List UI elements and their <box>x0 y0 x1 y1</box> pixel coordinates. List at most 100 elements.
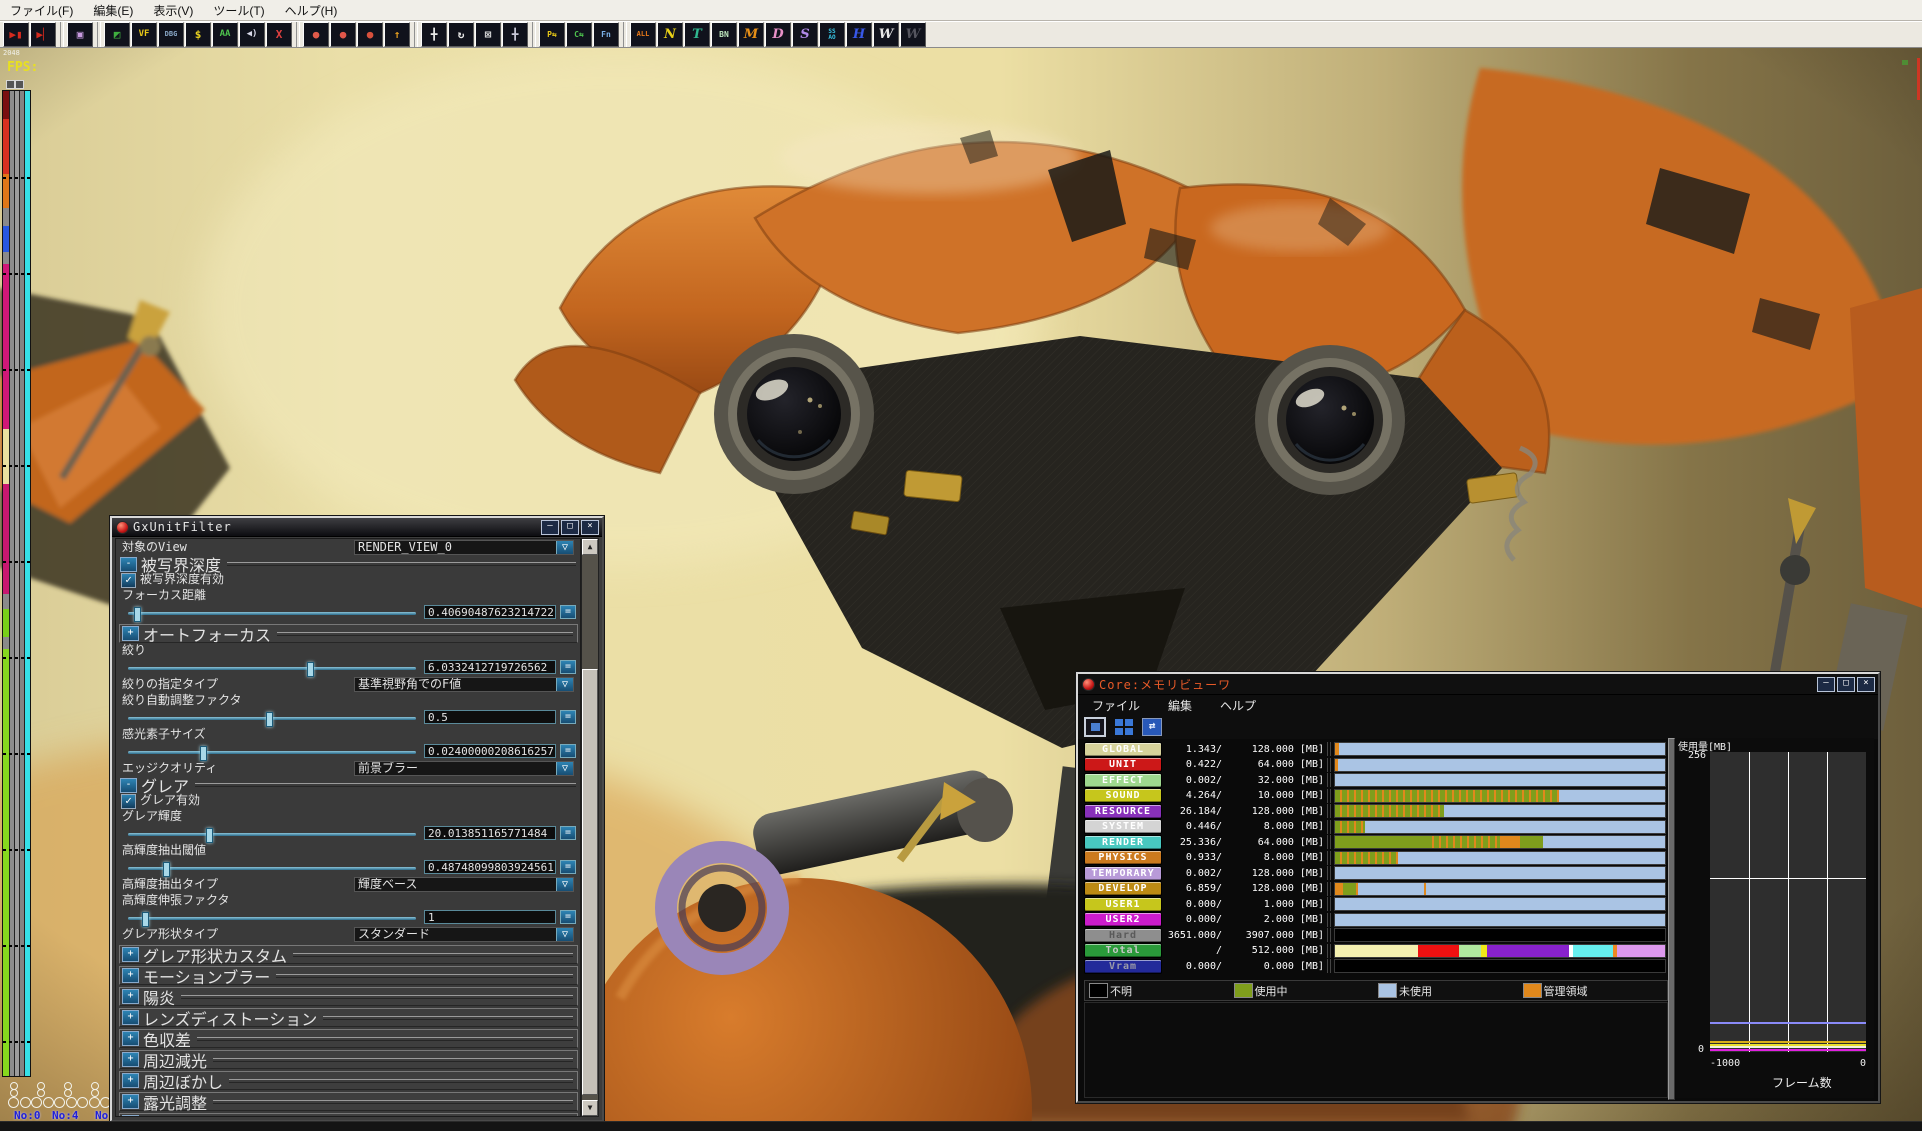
expand-icon[interactable]: + <box>122 1073 139 1088</box>
panel-splitter[interactable] <box>1668 738 1675 1100</box>
slider-thumb[interactable] <box>142 912 149 927</box>
menu-item-0[interactable]: ファイル(F) <box>0 0 83 21</box>
mirror-icon[interactable]: X <box>266 22 292 47</box>
maximize-button[interactable]: □ <box>1837 677 1855 692</box>
memory-menu-item-0[interactable]: ファイル <box>1078 697 1154 714</box>
pose-p-icon[interactable]: P⇆ <box>539 22 565 47</box>
single-view-icon[interactable] <box>1084 717 1106 737</box>
menu-item-4[interactable]: ヘルプ(H) <box>275 0 348 21</box>
slider-thumb[interactable] <box>134 607 141 622</box>
chevron-down-icon[interactable]: ▽ <box>556 878 573 891</box>
scroll-down-button[interactable]: ▼ <box>582 1100 598 1116</box>
move-icon[interactable]: ╋ <box>421 22 447 47</box>
pool-label-TEMPORARY[interactable]: TEMPORARY <box>1084 866 1162 881</box>
group-トーンマップ[interactable]: +トーンマップ <box>119 1113 578 1117</box>
slider-track[interactable] <box>128 917 416 920</box>
profiler-toggle-b[interactable] <box>15 80 24 89</box>
group-グレア[interactable]: -グレア <box>118 777 580 793</box>
group-オートフォーカス[interactable]: +オートフォーカス <box>119 624 578 643</box>
record-2-icon[interactable]: ● <box>330 22 356 47</box>
pool-label-Total[interactable]: Total <box>1084 943 1162 958</box>
scale-icon[interactable]: ⊠ <box>475 22 501 47</box>
pool-label-RENDER[interactable]: RENDER <box>1084 835 1162 850</box>
param-dropdown[interactable]: 輝度ベース▽ <box>354 877 574 892</box>
rotate-icon[interactable]: ↻ <box>448 22 474 47</box>
slider-track[interactable] <box>128 751 416 754</box>
value-field[interactable]: 0.02400000208616257 <box>424 744 556 758</box>
equals-button[interactable]: = <box>560 710 576 724</box>
pool-label-RESOURCE[interactable]: RESOURCE <box>1084 804 1162 819</box>
expand-icon[interactable]: + <box>122 1094 139 1109</box>
expand-icon[interactable]: + <box>122 947 139 962</box>
pool-label-Vram[interactable]: Vram <box>1084 959 1162 974</box>
scroll-thumb[interactable] <box>582 669 598 1095</box>
checkbox[interactable]: ✓ <box>121 573 136 588</box>
pool-label-USER1[interactable]: USER1 <box>1084 897 1162 912</box>
slider-track[interactable] <box>128 612 416 615</box>
expand-icon[interactable]: + <box>122 1115 139 1117</box>
up-arrow-icon[interactable]: ↑ <box>384 22 410 47</box>
equals-button[interactable]: = <box>560 605 576 619</box>
layer-w2-icon[interactable]: W <box>900 22 926 47</box>
slider-thumb[interactable] <box>266 712 273 727</box>
menu-item-1[interactable]: 編集(E) <box>83 0 143 21</box>
slider-track[interactable] <box>128 833 416 836</box>
group-陽炎[interactable]: +陽炎 <box>119 987 578 1006</box>
close-button[interactable]: × <box>1857 677 1875 692</box>
expand-icon[interactable]: + <box>122 1031 139 1046</box>
group-周辺ぼかし[interactable]: +周辺ぼかし <box>119 1071 578 1090</box>
slider-track[interactable] <box>128 667 416 670</box>
layer-n-icon[interactable]: N <box>657 22 683 47</box>
record-1-icon[interactable]: ● <box>303 22 329 47</box>
group-モーションブラー[interactable]: +モーションブラー <box>119 966 578 985</box>
expand-icon[interactable]: + <box>122 968 139 983</box>
dollar-icon[interactable]: $ <box>185 22 211 47</box>
pool-label-SOUND[interactable]: SOUND <box>1084 788 1162 803</box>
step-forward-icon[interactable]: ▶▏ <box>30 22 56 47</box>
pool-label-EFFECT[interactable]: EFFECT <box>1084 773 1162 788</box>
play-pause-icon[interactable]: ▶▮ <box>3 22 29 47</box>
slider-thumb[interactable] <box>163 862 170 877</box>
scroll-up-button[interactable]: ▲ <box>582 539 598 555</box>
pool-label-PHYSICS[interactable]: PHYSICS <box>1084 850 1162 865</box>
layer-ssao-icon[interactable]: SS AO <box>819 22 845 47</box>
group-グレア形状カスタム[interactable]: +グレア形状カスタム <box>119 945 578 964</box>
equals-button[interactable]: = <box>560 660 576 674</box>
param-dropdown[interactable]: RENDER_VIEW_0▽ <box>354 540 574 555</box>
expand-icon[interactable]: + <box>122 626 139 641</box>
value-field[interactable]: 0.40690487623214722 <box>424 605 556 619</box>
group-周辺減光[interactable]: +周辺減光 <box>119 1050 578 1069</box>
profiler-toggle-a[interactable] <box>6 80 15 89</box>
value-field[interactable]: 0.5 <box>424 710 556 724</box>
grid-view-icon[interactable] <box>1115 719 1133 735</box>
speaker-icon[interactable]: ◀) <box>239 22 265 47</box>
move-alt-icon[interactable]: ╋ <box>502 22 528 47</box>
value-field[interactable]: 20.013851165771484 <box>424 826 556 840</box>
memory-menu-item-1[interactable]: 編集 <box>1154 697 1206 714</box>
memory-viewer-titlebar[interactable]: Core:メモリビューワ – □ × <box>1078 674 1878 695</box>
slider-thumb[interactable] <box>206 828 213 843</box>
pool-label-DEVELOP[interactable]: DEVELOP <box>1084 881 1162 896</box>
equals-button[interactable]: = <box>560 826 576 840</box>
menu-item-2[interactable]: 表示(V) <box>143 0 203 21</box>
gxunitfilter-titlebar[interactable]: GxUnitFilter – □ × <box>112 518 602 537</box>
filter-scrollbar[interactable]: ▲ ▼ <box>581 538 599 1117</box>
close-button[interactable]: × <box>581 520 599 535</box>
chevron-down-icon[interactable]: ▽ <box>556 762 573 775</box>
group-露光調整[interactable]: +露光調整 <box>119 1092 578 1111</box>
capture-icon[interactable]: ◩ <box>104 22 130 47</box>
checkbox[interactable]: ✓ <box>121 794 136 809</box>
group-色収差[interactable]: +色収差 <box>119 1029 578 1048</box>
chevron-down-icon[interactable]: ▽ <box>556 541 573 554</box>
record-3-icon[interactable]: ● <box>357 22 383 47</box>
collapse-icon[interactable]: - <box>120 557 137 572</box>
equals-button[interactable]: = <box>560 744 576 758</box>
param-dropdown[interactable]: 前景ブラー▽ <box>354 761 574 776</box>
value-field[interactable]: 1 <box>424 910 556 924</box>
new-window-icon[interactable]: ▣ <box>67 22 93 47</box>
aa-icon[interactable]: AA <box>212 22 238 47</box>
expand-icon[interactable]: + <box>122 1052 139 1067</box>
chevron-down-icon[interactable]: ▽ <box>556 678 573 691</box>
slider-track[interactable] <box>128 867 416 870</box>
collapse-icon[interactable]: - <box>120 778 137 793</box>
